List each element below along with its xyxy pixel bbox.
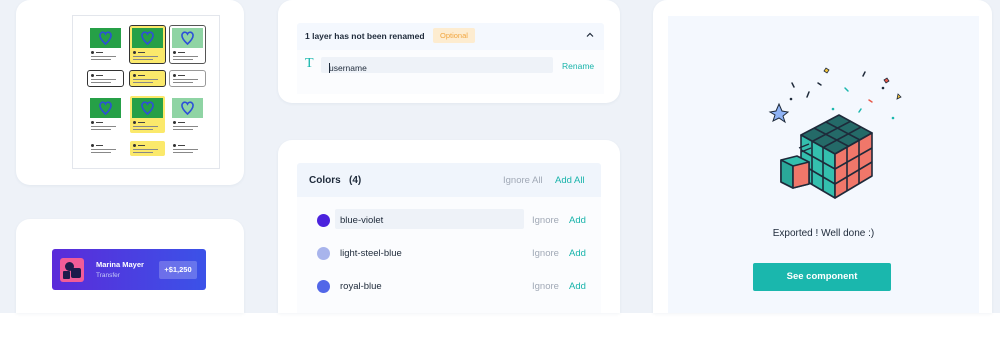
layer-name-input[interactable]: username	[321, 57, 553, 73]
colors-card: Colors (4) Ignore All Add All blue-viole…	[278, 140, 620, 313]
see-component-button[interactable]: See component	[753, 263, 891, 291]
export-panel: Exported ! Well done :) See component	[668, 16, 979, 313]
color-name: light-steel-blue	[340, 248, 402, 259]
colors-header: Colors (4) Ignore All Add All	[297, 163, 601, 197]
ignore-all-button[interactable]: Ignore All	[503, 175, 543, 186]
add-button[interactable]: Add	[569, 281, 586, 292]
rename-button[interactable]: Rename	[562, 61, 594, 71]
component-thumbnail	[129, 70, 166, 87]
ignore-button[interactable]: Ignore	[532, 248, 559, 259]
text-caret	[329, 63, 330, 73]
ignore-button[interactable]: Ignore	[532, 281, 559, 292]
colors-count: (4)	[349, 175, 362, 186]
component-thumbnail	[170, 96, 205, 133]
component-thumbnail	[87, 70, 124, 87]
confetti	[768, 67, 902, 124]
export-card: Exported ! Well done :) See component	[653, 0, 992, 313]
colors-title: Colors (4)	[309, 175, 362, 186]
color-swatch	[317, 280, 330, 293]
component-thumbnail	[169, 25, 206, 64]
color-name: royal-blue	[340, 281, 382, 292]
component-thumbnail	[88, 141, 123, 156]
optional-badge: Optional	[433, 28, 475, 43]
rename-card: 1 layer has not been renamed Optional T …	[278, 0, 620, 103]
color-name: blue-violet	[340, 215, 384, 226]
add-button[interactable]: Add	[569, 248, 586, 259]
color-row: light-steel-blue Ignore Add	[297, 242, 601, 264]
components-preview-card	[16, 0, 244, 185]
ignore-button[interactable]: Ignore	[532, 215, 559, 226]
export-success-message: Exported ! Well done :)	[772, 228, 875, 239]
component-thumbnail	[130, 141, 165, 156]
add-button[interactable]: Add	[569, 215, 586, 226]
color-row: blue-violet Ignore Add	[297, 209, 601, 231]
component-thumbnail	[169, 70, 206, 87]
component-thumbnail	[129, 25, 166, 64]
component-thumbnail	[170, 141, 205, 156]
rubiks-cube-icon	[768, 67, 902, 199]
avatar	[60, 258, 84, 282]
component-thumbnail	[88, 26, 123, 63]
rename-title: 1 layer has not been renamed	[305, 31, 425, 41]
text-layer-icon: T	[305, 56, 314, 71]
transfer-preview-card: Marina Mayer Transfer +$1,250	[16, 219, 244, 313]
rename-body: T username Rename	[297, 50, 604, 94]
add-all-button[interactable]: Add All	[555, 175, 585, 186]
transfer-type: Transfer	[96, 272, 120, 279]
color-swatch	[317, 214, 330, 227]
transfer-name: Marina Mayer	[96, 260, 144, 269]
rename-header[interactable]: 1 layer has not been renamed Optional	[297, 23, 604, 50]
components-sheet-thumbnail	[72, 15, 220, 169]
color-row: royal-blue Ignore Add	[297, 275, 601, 297]
transfer-item[interactable]: Marina Mayer Transfer +$1,250	[52, 249, 206, 290]
cube	[780, 114, 873, 199]
color-swatch	[317, 247, 330, 260]
component-thumbnail	[130, 96, 165, 133]
colors-list: blue-violet Ignore Add light-steel-blue …	[297, 197, 601, 313]
chevron-up-icon[interactable]	[585, 30, 595, 40]
transfer-amount: +$1,250	[159, 261, 197, 279]
layer-name-value: username	[329, 63, 367, 73]
component-thumbnail	[88, 96, 123, 133]
